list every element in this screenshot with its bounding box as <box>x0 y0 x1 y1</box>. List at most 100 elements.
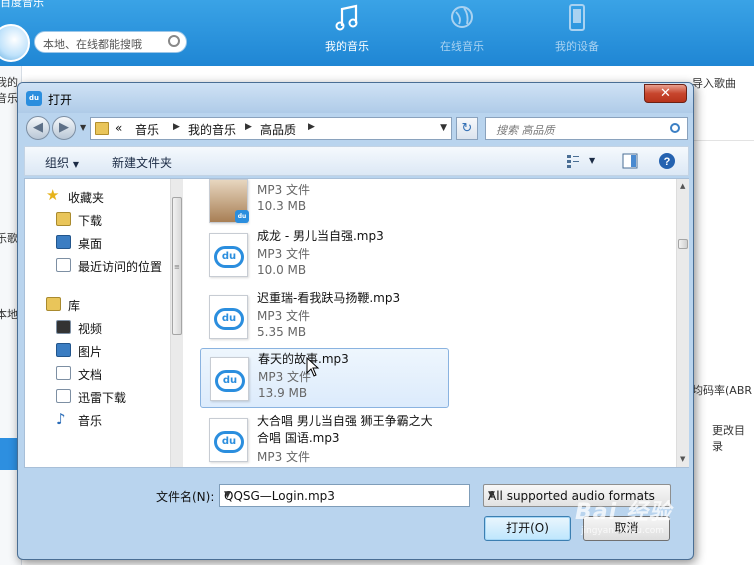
pictures-icon <box>56 343 71 357</box>
new-folder-button[interactable]: 新建文件夹 <box>112 154 172 171</box>
file-item[interactable]: du 大合唱 男儿当自强 狮王争霸之大 合唱 国语.mp3 MP3 文件 <box>200 410 449 467</box>
nav-label: 我的设备 <box>555 40 599 53</box>
music-icon: ♪ <box>56 410 66 428</box>
search-icon[interactable] <box>168 35 180 47</box>
download-folder-icon <box>56 212 71 226</box>
app-logo-icon[interactable] <box>0 24 30 62</box>
app-search-input[interactable]: 本地、在线都能搜哦 <box>34 31 187 53</box>
folder-icon <box>95 122 109 135</box>
file-name: 迟重瑞-看我趺马扬鞭.mp3 <box>257 291 401 305</box>
file-name: 成龙 - 男儿当自强.mp3 <box>257 229 384 243</box>
recent-places-icon <box>56 258 71 272</box>
app-divider <box>692 140 754 141</box>
dialog-titlebar[interactable]: du 打开 ✕ <box>18 83 693 113</box>
file-type: MP3 文件 <box>257 183 311 197</box>
nav-videos[interactable]: 视频 <box>78 320 102 337</box>
scrollbar-thumb[interactable] <box>678 239 688 249</box>
nav-online-music[interactable]: 在线音乐 <box>417 0 507 66</box>
preview-pane-icon[interactable] <box>621 152 639 170</box>
file-name: 春天的故事.mp3 <box>258 352 349 366</box>
scroll-down-icon[interactable]: ▼ <box>680 455 685 463</box>
file-item[interactable]: du 成龙 - 男儿当自强.mp3 MP3 文件 10.0 MB <box>200 225 449 285</box>
file-item[interactable]: du MP3 文件 10.3 MB <box>200 179 449 231</box>
thunder-download-icon <box>56 389 71 403</box>
chevron-right-icon[interactable]: ▶ <box>245 122 252 132</box>
breadcrumb-item[interactable]: 高品质 <box>260 121 296 138</box>
close-button[interactable]: ✕ <box>644 84 687 103</box>
nav-documents[interactable]: 文档 <box>78 366 102 383</box>
chevron-right-icon[interactable]: ▶ <box>308 122 315 132</box>
nav-favorites[interactable]: 收藏夹 <box>68 189 104 206</box>
nav-desktop[interactable]: 桌面 <box>78 235 102 252</box>
file-size: 5.35 MB <box>257 325 307 339</box>
refresh-button[interactable]: ↻ <box>456 117 478 140</box>
app-search-placeholder: 本地、在线都能搜哦 <box>43 38 142 51</box>
nav-recent-places[interactable]: 最近访问的位置 <box>78 258 162 275</box>
file-type: MP3 文件 <box>257 309 311 323</box>
import-songs-button[interactable]: 导入歌曲 <box>692 75 736 91</box>
chevron-down-icon[interactable]: ▼ <box>440 123 447 133</box>
file-size: 10.0 MB <box>257 263 307 277</box>
breadcrumb-prefix[interactable]: « <box>115 121 122 135</box>
chevron-right-icon[interactable]: ▶ <box>173 122 180 132</box>
du-audio-file-icon: du <box>209 233 248 277</box>
nav-pictures[interactable]: 图片 <box>78 343 102 360</box>
nav-scrollbar[interactable]: ≡ <box>170 179 183 467</box>
watermark-text: Bai 经验 <box>575 500 672 525</box>
du-badge-icon: du <box>235 210 249 223</box>
search-icon[interactable] <box>670 123 680 133</box>
phone-icon <box>569 4 585 31</box>
du-audio-file-icon: du <box>209 418 248 462</box>
nav-label: 我的音乐 <box>325 40 369 53</box>
nav-my-music[interactable]: 我的音乐 <box>302 0 392 66</box>
address-bar[interactable]: « 音乐 ▶ 我的音乐 ▶ 高品质 ▶ ▼ <box>90 117 452 140</box>
app-header: 百度音乐 本地、在线都能搜哦 我的音乐 在线音乐 我的设备 <box>0 0 754 66</box>
sidebar-item-local[interactable]: 本地 <box>0 306 18 322</box>
file-type: MP3 文件 <box>258 370 312 384</box>
address-row: ◀ ▶ ▼ « 音乐 ▶ 我的音乐 ▶ 高品质 ▶ ▼ ↻ 搜索 高品质 <box>24 115 689 143</box>
nav-libraries[interactable]: 库 <box>68 297 80 314</box>
file-item[interactable]: du 迟重瑞-看我趺马扬鞭.mp3 MP3 文件 5.35 MB <box>200 287 449 347</box>
breadcrumb-item[interactable]: 音乐 <box>135 121 159 138</box>
chevron-down-icon[interactable]: ▼ <box>224 490 464 500</box>
du-audio-file-icon: du <box>209 295 248 339</box>
documents-icon <box>56 366 71 380</box>
search-input[interactable]: 搜索 高品质 <box>485 117 688 140</box>
file-type: MP3 文件 <box>257 247 311 261</box>
scrollbar-grip-icon: ≡ <box>174 263 180 271</box>
dialog-title: 打开 <box>48 93 73 107</box>
nav-downloads[interactable]: 下载 <box>78 212 102 229</box>
organize-button[interactable]: 组织 ▼ <box>45 154 79 171</box>
svg-text:?: ? <box>664 156 671 168</box>
file-name-line2: 合唱 国语.mp3 <box>257 431 340 445</box>
nav-music[interactable]: 音乐 <box>78 412 102 429</box>
recent-locations-dropdown-icon[interactable]: ▼ <box>80 123 86 132</box>
file-list-scrollbar[interactable]: ▲ ▼ <box>676 179 689 467</box>
open-button[interactable]: 打开(O) <box>484 516 571 541</box>
scroll-up-icon[interactable]: ▲ <box>680 182 685 190</box>
view-options-icon[interactable] <box>565 152 583 170</box>
file-name: 大合唱 男儿当自强 狮王争霸之大 <box>257 414 433 428</box>
help-icon[interactable]: ? <box>658 152 676 170</box>
watermark-url: jingyan.baidu.com <box>581 526 665 536</box>
command-bar: 组织 ▼ 新建文件夹 ▼ ? <box>24 146 689 176</box>
view-dropdown-icon[interactable]: ▼ <box>589 156 595 165</box>
bitrate-label: 均码率(ABR <box>692 384 753 397</box>
back-button[interactable]: ◀ <box>26 116 50 140</box>
file-item-selected[interactable]: du 春天的故事.mp3 MP3 文件 13.9 MB <box>200 348 449 408</box>
change-directory-button[interactable]: 更改目录 <box>712 422 754 454</box>
nav-my-device[interactable]: 我的设备 <box>532 0 622 66</box>
filename-input[interactable]: QQSG—Login.mp3 ▼ <box>219 484 470 507</box>
filename-label: 文件名(N): <box>156 490 215 504</box>
video-icon <box>56 320 71 334</box>
breadcrumb-item[interactable]: 我的音乐 <box>188 121 236 138</box>
file-size: 13.9 MB <box>258 386 308 400</box>
file-size: 10.3 MB <box>257 199 307 213</box>
desktop-icon <box>56 235 71 249</box>
forward-button[interactable]: ▶ <box>52 116 76 140</box>
nav-thunder-downloads[interactable]: 迅雷下载 <box>78 389 126 406</box>
sidebar-item-playlists[interactable]: 乐歌 <box>0 230 18 246</box>
file-list: du MP3 文件 10.3 MB du 成龙 - 男儿当自强.mp3 MP3 … <box>185 179 675 467</box>
star-icon: ★ <box>46 186 60 204</box>
music-note-icon <box>335 4 358 31</box>
